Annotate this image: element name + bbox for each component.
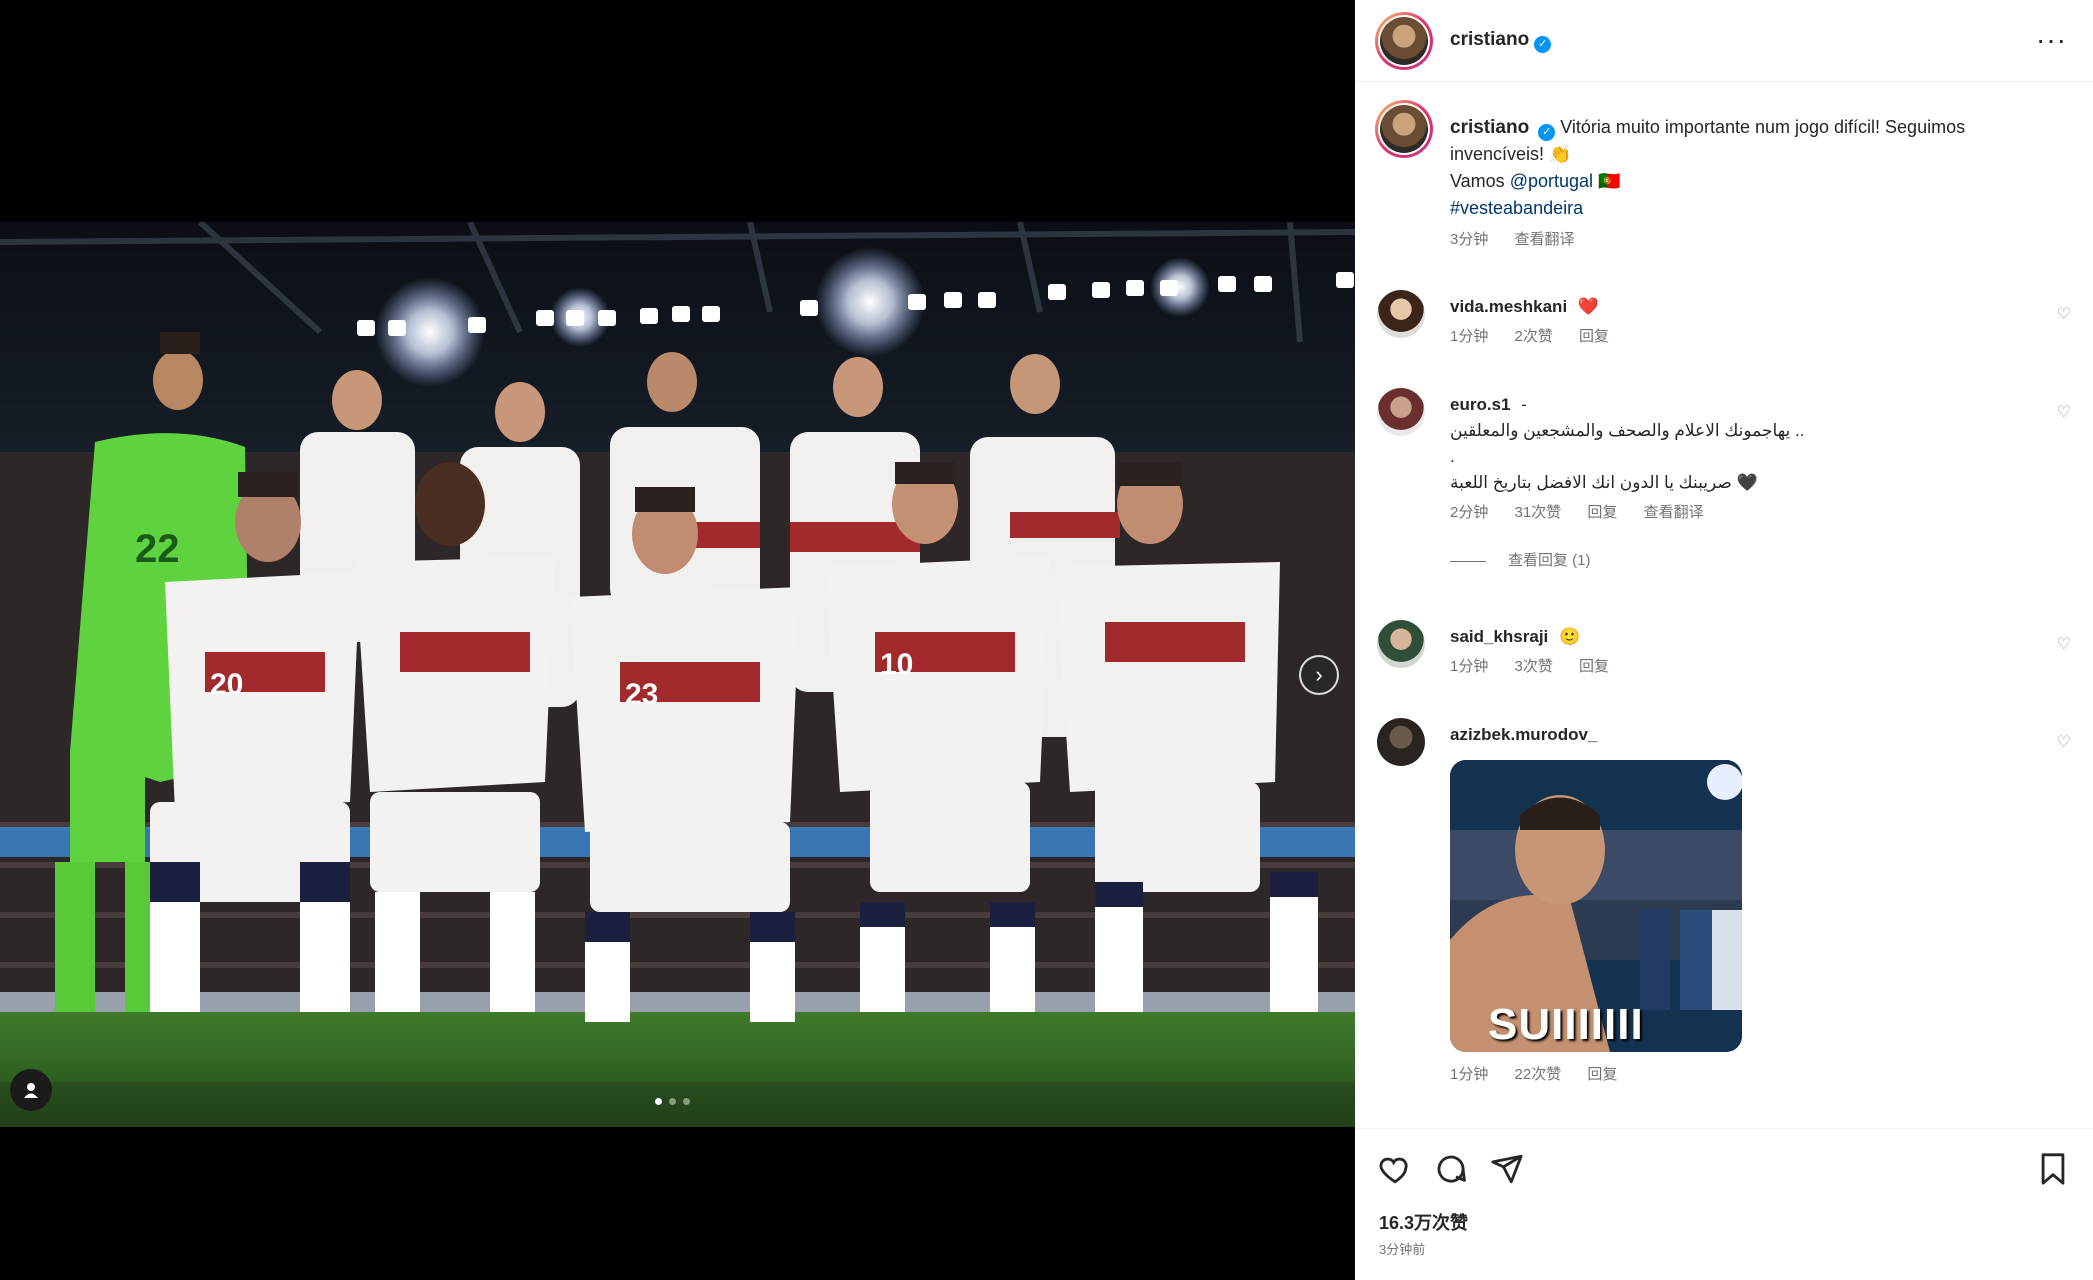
commenter-username[interactable]: azizbek.murodov_ [1450,725,1597,744]
comment-text: ❤️ [1577,297,1600,316]
comment-like-heart-icon[interactable]: ♡ [2057,732,2071,752]
caption-avatar[interactable] [1375,100,1433,158]
reply-button[interactable]: 回复 [1579,658,1609,675]
caption-username[interactable]: cristiano [1450,117,1529,138]
see-translation-link[interactable]: 查看翻译 [1644,504,1704,521]
comment-gif[interactable]: SUIIIIIII [1450,760,1742,1052]
author-avatar[interactable] [1375,12,1433,70]
see-translation-link[interactable]: 查看翻译 [1515,231,1575,248]
comment-time: 1分钟 [1450,1066,1489,1083]
comment-likes[interactable]: 2次赞 [1515,328,1553,345]
comment-meta: 1分钟 22次赞 回复 [1450,1062,2010,1088]
user-icon [24,1083,38,1098]
comment-time: 1分钟 [1450,328,1489,345]
media-pane: 22 20 23 10 › [0,0,1355,1280]
hashtag-link[interactable]: #vesteabandeira [1450,198,1583,218]
replies-divider [1450,560,1486,562]
post-header: cristiano ✓ ··· [1355,0,2093,82]
tagged-users-button[interactable] [10,1069,52,1111]
comment-meta: 2分钟 31次赞 回复 查看翻译 [1450,500,2010,526]
author-username[interactable]: cristiano ✓ [1450,29,1552,53]
view-replies-label: 查看回复 (1) [1508,552,1591,569]
post-dialog: 22 20 23 10 › cristiano ✓ ··· cristiano … [0,0,2093,1280]
verified-badge-icon: ✓ [1538,124,1556,141]
commenter-avatar[interactable] [1377,718,1425,766]
comment-text-line3: صريبنك يا الدون انك الافضل بتاريخ اللعبة… [1450,473,1758,492]
comment-likes[interactable]: 22次赞 [1515,1066,1562,1083]
reply-button[interactable]: 回复 [1587,504,1617,521]
reply-button[interactable]: 回复 [1587,1066,1617,1083]
comment-text-line1: يهاجمونك الاعلام والصحف والمشجعين والمعل… [1450,421,1805,440]
chevron-right-icon: › [1315,662,1323,687]
caption-meta: 3分钟 查看翻译 [1450,226,2050,253]
commenter-username[interactable]: vida.meshkani [1450,297,1567,316]
caption-body: cristiano ✓ Vitória muito importante num … [1450,114,2050,253]
flag-emoji: 🇵🇹 [1598,171,1621,191]
comment-like-heart-icon[interactable]: ♡ [2057,634,2071,654]
caption-time: 3分钟 [1450,231,1489,248]
likes-count[interactable]: 16.3万次赞 [1379,1209,1468,1235]
post-actions: 16.3万次赞 3分钟前 [1355,1128,2093,1280]
comment-text-line2: . [1450,447,1455,466]
svg-text:22: 22 [135,527,180,571]
svg-text:20: 20 [210,668,243,701]
post-side-panel: cristiano ✓ ··· cristiano ✓ Vitória muito … [1355,0,2093,1280]
gif-caption: SUIIIIIII [1488,1000,1644,1049]
next-photo-button[interactable]: › [1299,655,1339,695]
comment-text: 🙂 [1559,627,1581,646]
svg-text:10: 10 [880,648,913,681]
comment-like-heart-icon[interactable]: ♡ [2057,304,2071,324]
comment-time: 2分钟 [1450,504,1489,521]
carousel-dot [683,1098,690,1105]
commenter-avatar[interactable] [1377,620,1425,668]
carousel-dots [655,1098,690,1105]
comment-meta: 1分钟 3次赞 回复 [1450,654,2010,680]
reply-button[interactable]: 回复 [1579,328,1609,345]
comment-meta: 1分钟 2次赞 回复 [1450,324,2010,350]
verified-badge-icon: ✓ [1534,36,1552,53]
view-replies-button[interactable]: 查看回复 (1) [1450,548,2010,574]
posted-time: 3分钟前 [1379,1242,1426,1257]
comment-likes[interactable]: 31次赞 [1515,504,1562,521]
commenter-username[interactable]: said_khsraji [1450,627,1548,646]
comment-icon[interactable] [1431,1149,1471,1189]
commenter-avatar[interactable] [1377,388,1425,436]
mention-link[interactable]: @portugal [1510,171,1593,191]
svg-text:23: 23 [625,678,658,711]
comment-like-heart-icon[interactable]: ♡ [2057,402,2071,422]
comment-likes[interactable]: 3次赞 [1515,658,1553,675]
comment-time: 1分钟 [1450,658,1489,675]
more-options-icon[interactable]: ··· [2036,24,2067,56]
post-photo: 22 20 23 10 [0,222,1355,1127]
bookmark-icon[interactable] [2033,1149,2073,1189]
carousel-dot [669,1098,676,1105]
commenter-avatar[interactable] [1377,290,1425,338]
share-icon[interactable] [1487,1149,1527,1189]
carousel-dot [655,1098,662,1105]
commenter-username[interactable]: euro.s1 [1450,395,1510,414]
heart-icon[interactable] [1375,1149,1415,1189]
caption-line2-prefix: Vamos [1450,171,1505,191]
